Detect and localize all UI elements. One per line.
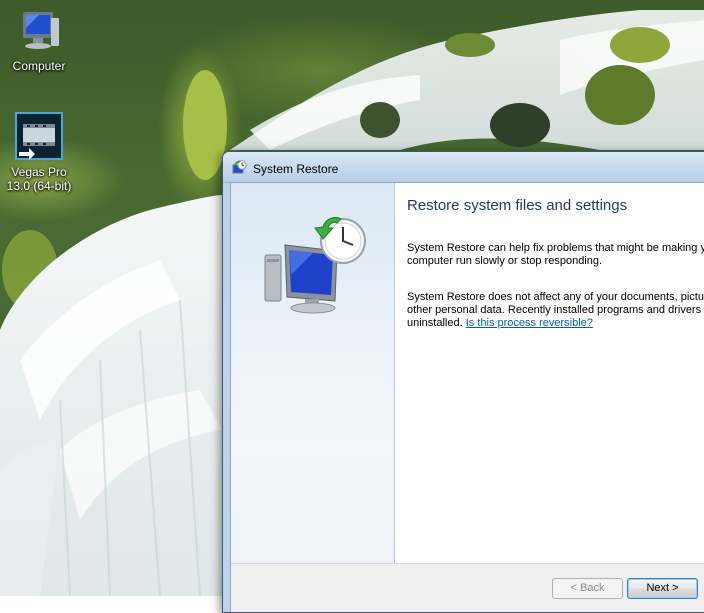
desktop-icon-vegas-pro[interactable]: Vegas Pro 13.0 (64-bit)	[0, 112, 78, 193]
desktop-icon-label: Computer	[12, 59, 66, 73]
title-bar[interactable]: System Restore	[223, 152, 704, 183]
restore-computer-icon	[261, 215, 371, 318]
computer-icon	[0, 10, 78, 57]
wizard-button-bar: < Back Next >	[231, 563, 704, 612]
wizard-heading: Restore system files and settings	[407, 197, 628, 214]
vegas-pro-icon	[0, 112, 78, 163]
system-restore-icon	[231, 160, 247, 179]
desktop-icon-computer[interactable]: Computer	[0, 10, 78, 73]
system-restore-window: System Restore Restore system files and …	[222, 151, 704, 613]
wizard-content: Restore system files and settings System…	[395, 183, 704, 563]
wizard-side-panel	[231, 183, 395, 563]
reversible-help-link[interactable]: Is this process reversible?	[466, 317, 593, 329]
desktop-icon-label: Vegas Pro 13.0 (64-bit)	[6, 165, 72, 193]
window-title: System Restore	[253, 162, 339, 176]
intro-paragraph: System Restore can help fix problems tha…	[407, 242, 704, 267]
wizard-body: Restore system files and settings System…	[230, 182, 704, 612]
info-paragraph: System Restore does not affect any of yo…	[407, 291, 704, 330]
